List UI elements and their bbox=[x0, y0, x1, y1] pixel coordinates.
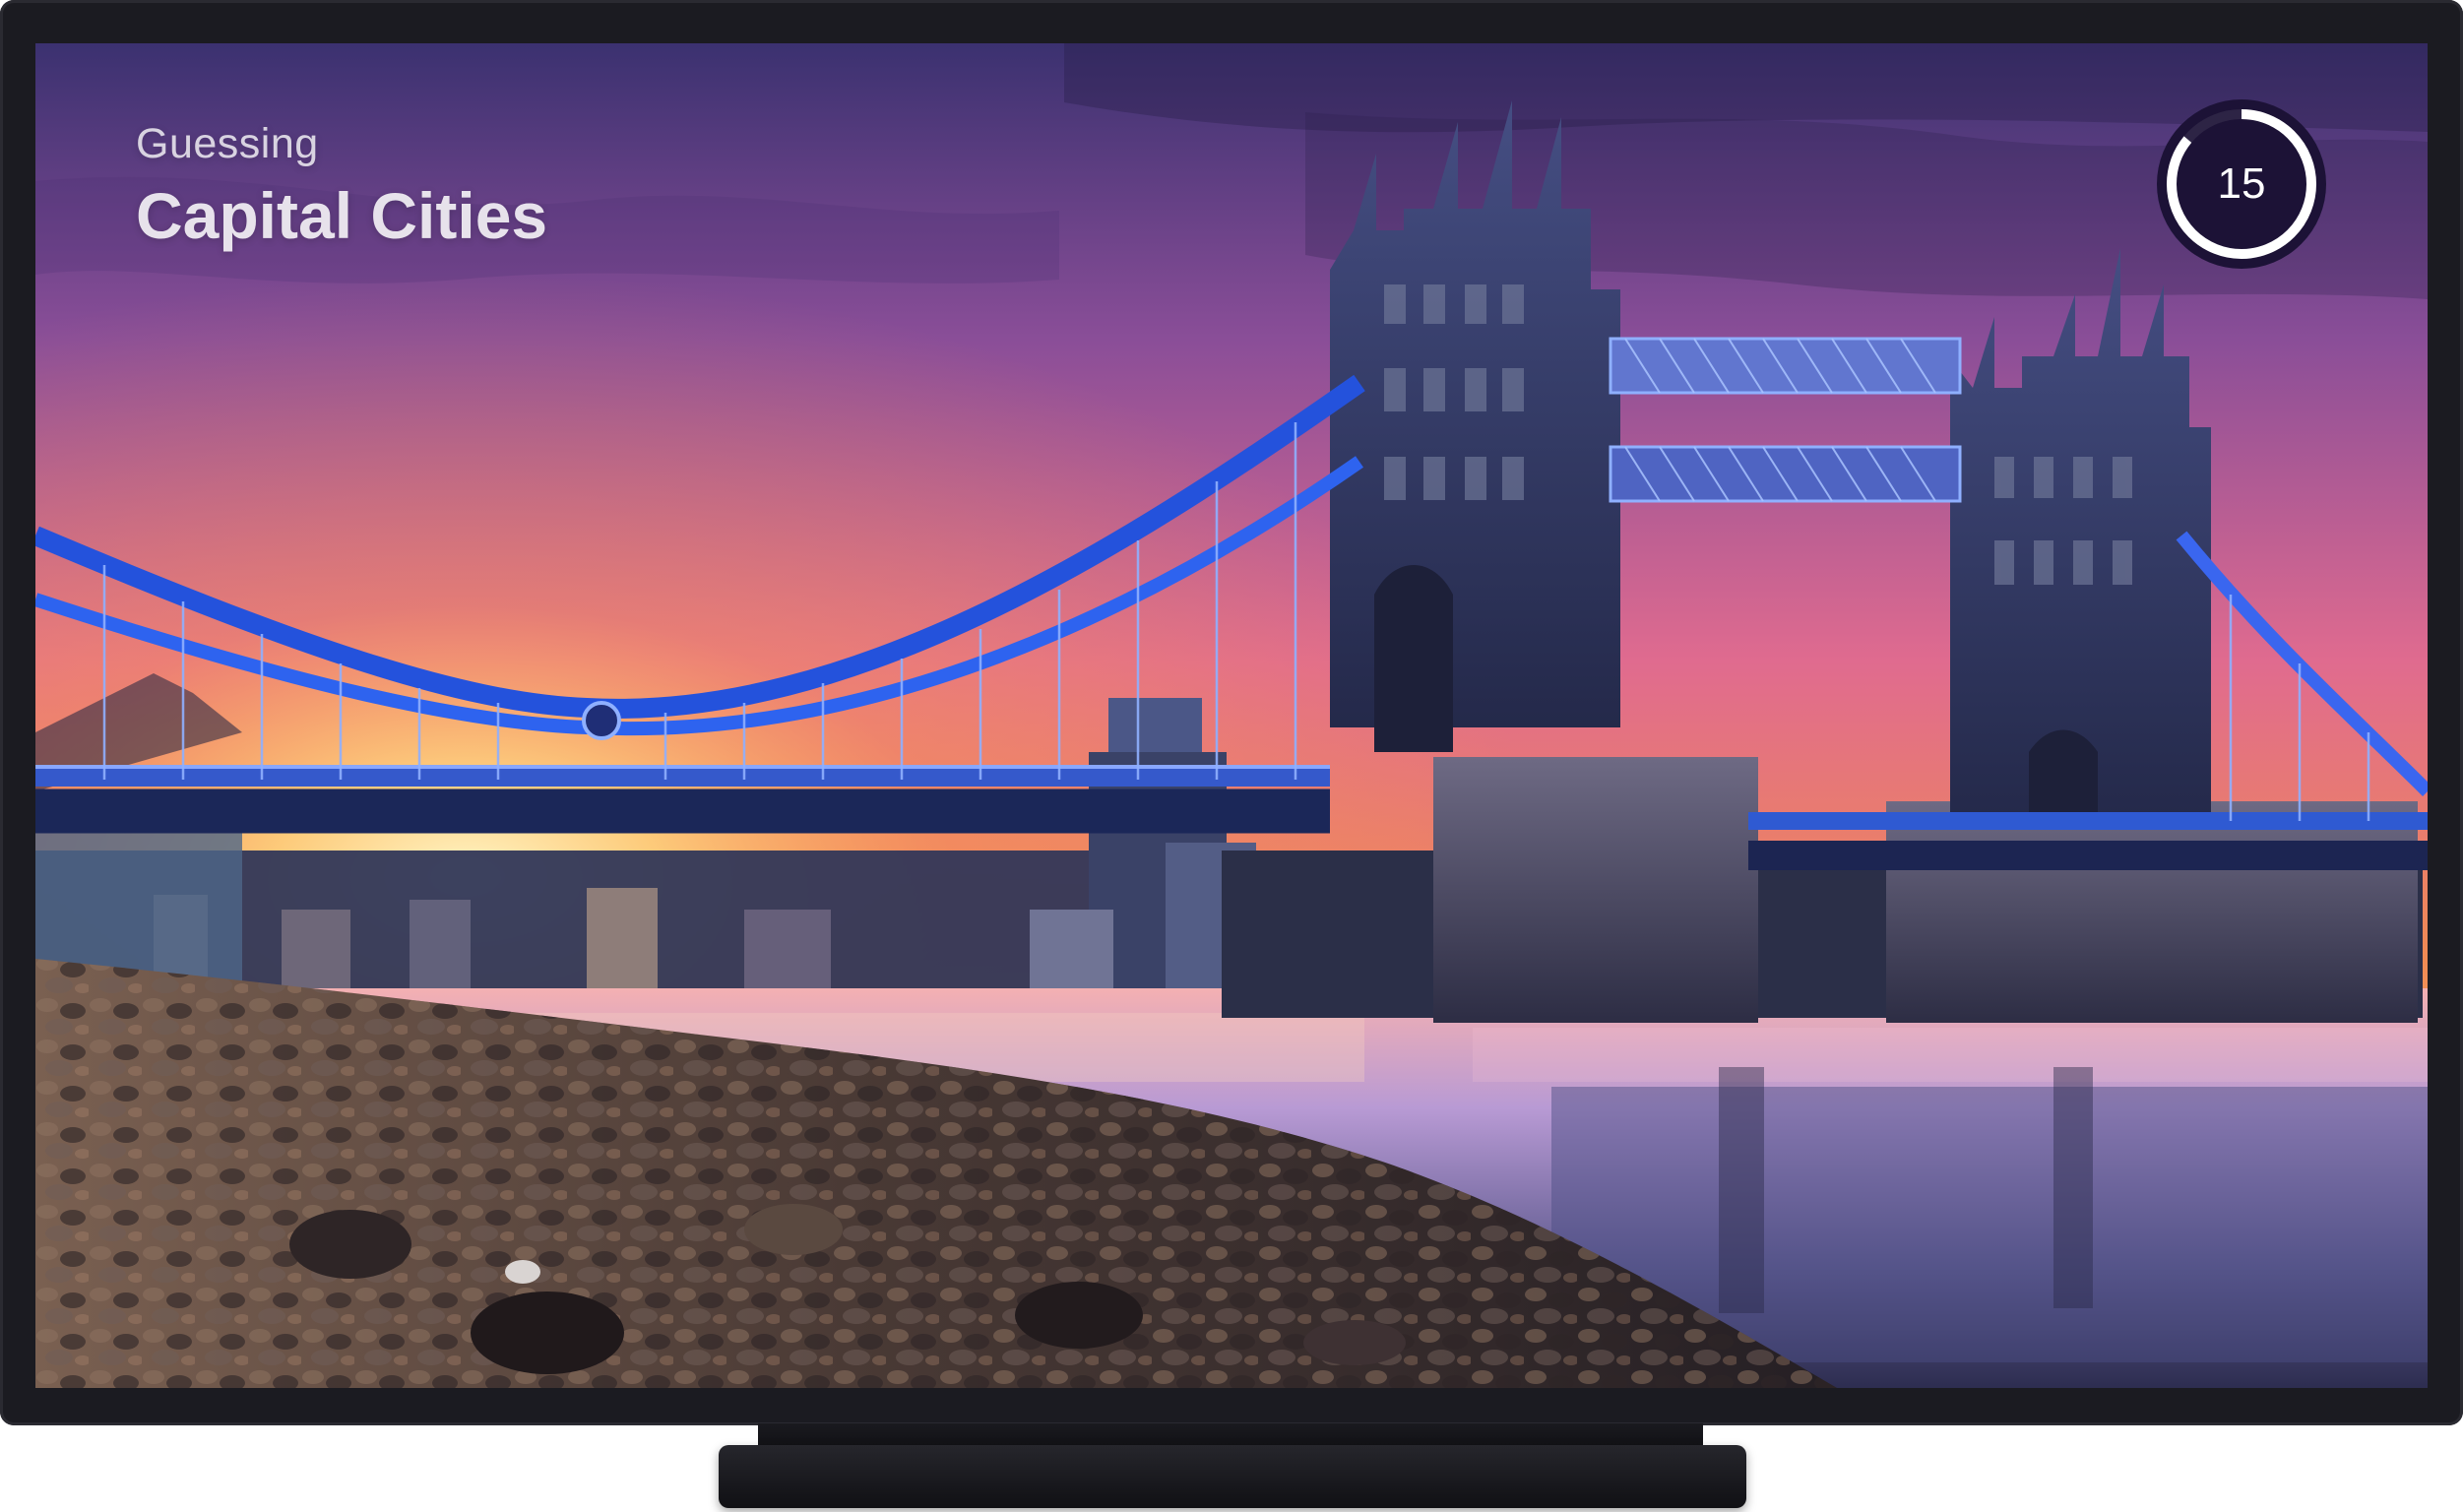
tv-screen: Guessing Capital Cities 15 bbox=[35, 43, 2428, 1388]
countdown-timer: 15 bbox=[2157, 99, 2326, 269]
game-header: Guessing Capital Cities bbox=[136, 120, 547, 253]
category-title: Capital Cities bbox=[136, 179, 548, 252]
game-mode-label: Guessing bbox=[136, 120, 319, 167]
tv-frame: Guessing Capital Cities 15 bbox=[0, 0, 2463, 1425]
tv-stand-base bbox=[719, 1445, 1746, 1508]
timer-seconds: 15 bbox=[2217, 159, 2266, 208]
